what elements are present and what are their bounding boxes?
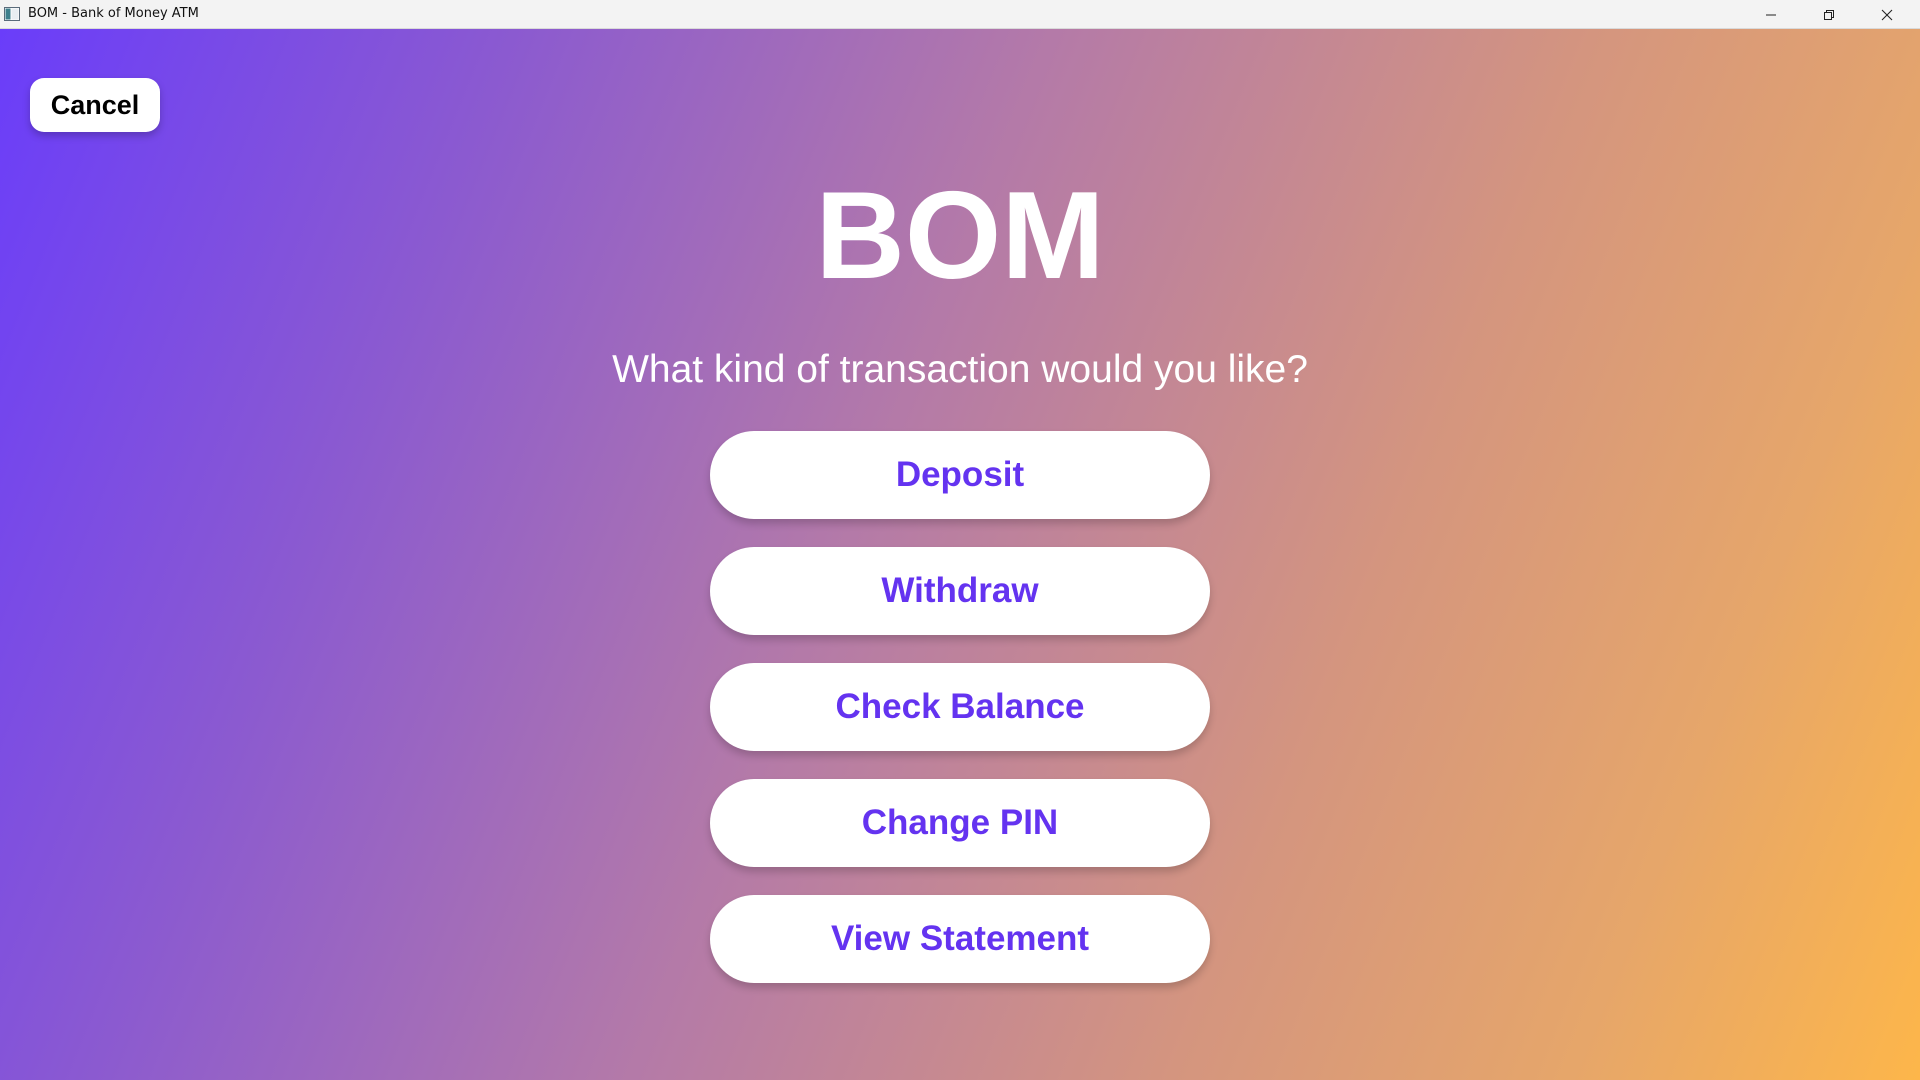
- window-title: BOM - Bank of Money ATM: [28, 6, 199, 21]
- transaction-prompt: What kind of transaction would you like?: [612, 348, 1308, 391]
- minimize-icon: [1765, 9, 1777, 21]
- transaction-menu: Deposit Withdraw Check Balance Change PI…: [710, 431, 1210, 1011]
- atm-window: BOM - Bank of Money ATM Cancel BOM What …: [0, 0, 1920, 1080]
- view-statement-button[interactable]: View Statement: [710, 895, 1210, 983]
- close-button[interactable]: [1858, 0, 1916, 29]
- atm-main-panel: Cancel BOM What kind of transaction woul…: [0, 29, 1920, 1080]
- cancel-button[interactable]: Cancel: [30, 78, 160, 132]
- close-icon: [1881, 9, 1893, 21]
- minimize-button[interactable]: [1742, 0, 1800, 29]
- restore-icon: [1823, 9, 1835, 21]
- restore-button[interactable]: [1800, 0, 1858, 29]
- title-bar[interactable]: BOM - Bank of Money ATM: [0, 0, 1920, 29]
- change-pin-button[interactable]: Change PIN: [710, 779, 1210, 867]
- brand-title: BOM: [815, 167, 1105, 305]
- deposit-button[interactable]: Deposit: [710, 431, 1210, 519]
- check-balance-button[interactable]: Check Balance: [710, 663, 1210, 751]
- withdraw-button[interactable]: Withdraw: [710, 547, 1210, 635]
- app-window-icon: [4, 6, 20, 22]
